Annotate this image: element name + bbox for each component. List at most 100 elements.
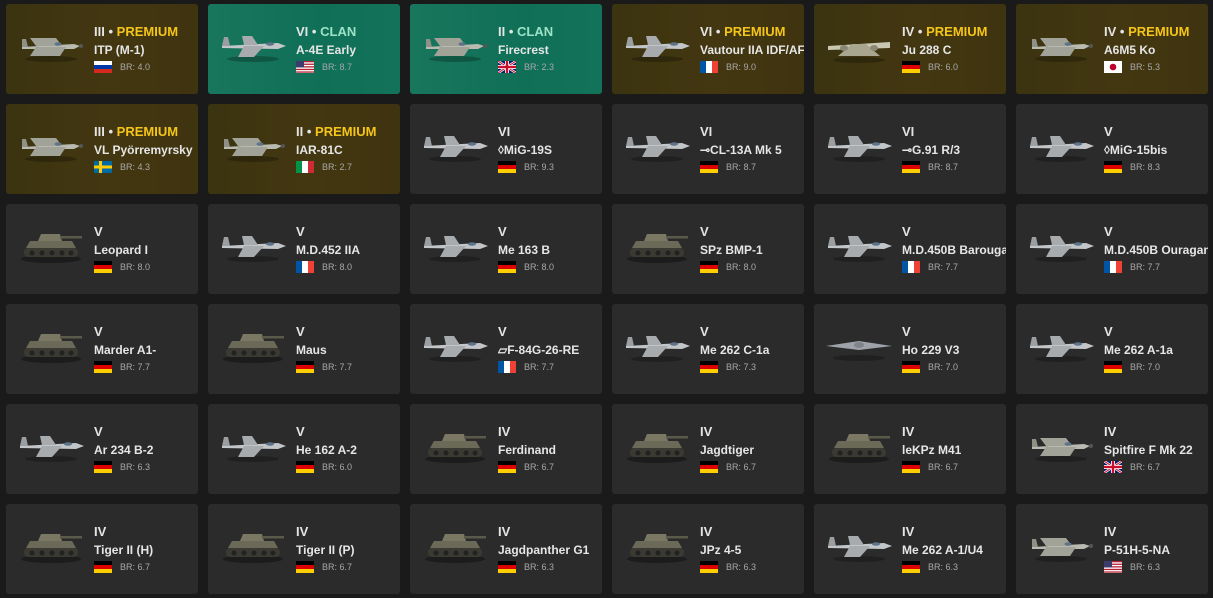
vehicle-name: ⊸G.91 R/3 (902, 143, 961, 157)
vehicle-card[interactable]: IV Spitfire F Mk 22 BR: 6.7 (1016, 404, 1208, 494)
vehicle-info: V M.D.450B Ouragan BR: 7.7 (1104, 224, 1208, 274)
br-line: BR: 6.7 (296, 560, 400, 574)
vehicle-info: IV P-51H-5-NA BR: 6.3 (1104, 524, 1208, 574)
vehicle-card[interactable]: V M.D.450B Barougan BR: 7.7 (814, 204, 1006, 294)
vehicle-card[interactable]: VI • PREMIUM Vautour IIA IDF/AF BR: 9.0 (612, 4, 804, 94)
germany-flag-icon (296, 461, 314, 473)
vehicle-rank: IV (498, 424, 511, 439)
vehicle-name: Vautour IIA IDF/AF (700, 43, 804, 57)
vehicle-rank: V (296, 224, 305, 239)
vehicle-card[interactable]: V Leopard I BR: 8.0 (6, 204, 198, 294)
jet-icon (222, 436, 286, 462)
br-value: 6.7 (137, 562, 151, 572)
rank-line: V (1104, 324, 1208, 339)
vehicle-card[interactable]: V Marder A1- BR: 7.7 (6, 304, 198, 394)
br-prefix: BR: (1130, 262, 1148, 272)
vehicle-card[interactable]: IV Me 262 A-1/U4 BR: 6.3 (814, 504, 1006, 594)
vehicle-card[interactable]: IV • PREMIUM A6M5 Ko BR: 5.3 (1016, 4, 1208, 94)
vehicle-card[interactable]: IV P-51H-5-NA BR: 6.3 (1016, 504, 1208, 594)
usa-flag-icon (1104, 561, 1122, 573)
tank-icon (627, 234, 688, 263)
vehicle-card[interactable]: VI • CLAN A-4E Early BR: 8.7 (208, 4, 400, 94)
tank-icon (223, 334, 284, 363)
vehicle-card[interactable]: V ▱F-84G-26-RE BR: 7.7 (410, 304, 602, 394)
vehicle-card[interactable]: VI ⊸G.91 R/3 BR: 8.7 (814, 104, 1006, 194)
br-line: BR: 4.0 (94, 60, 198, 74)
vehicle-rank: II (498, 24, 506, 39)
vehicle-card[interactable]: V Ho 229 V3 BR: 7.0 (814, 304, 1006, 394)
br-value: 4.0 (137, 62, 151, 72)
vehicle-rank: II (296, 124, 304, 139)
plane-icon (1032, 538, 1093, 562)
battle-rating: BR: 6.7 (928, 462, 958, 472)
vehicle-name: Maus (296, 343, 327, 357)
vehicle-card[interactable]: IV Jagdpanther G1 BR: 6.3 (410, 504, 602, 594)
br-value: 7.3 (743, 362, 757, 372)
battle-rating: BR: 7.7 (322, 362, 352, 372)
vehicle-rank: VI (296, 24, 309, 39)
br-prefix: BR: (928, 262, 946, 272)
vehicle-info: V Me 262 C-1a BR: 7.3 (700, 324, 804, 374)
br-prefix: BR: (120, 562, 138, 572)
vehicle-card[interactable]: V Me 163 B BR: 8.0 (410, 204, 602, 294)
br-value: 8.7 (339, 62, 353, 72)
br-prefix: BR: (726, 262, 744, 272)
rank-line: V (1104, 124, 1208, 139)
rank-line: II • PREMIUM (296, 124, 400, 139)
vehicle-card[interactable]: V Maus BR: 7.7 (208, 304, 400, 394)
battle-rating: BR: 8.0 (726, 262, 756, 272)
vehicle-card[interactable]: II • CLAN Firecrest BR: 2.3 (410, 4, 602, 94)
rank-line: V (94, 324, 198, 339)
br-line: BR: 7.7 (902, 260, 1006, 274)
vehicle-card[interactable]: IV Tiger II (H) BR: 6.7 (6, 504, 198, 594)
rank-separator: • (508, 24, 514, 39)
germany-flag-icon (700, 161, 718, 173)
vehicle-card[interactable]: III • PREMIUM VL Pyörremyrsky BR: 4.3 (6, 104, 198, 194)
br-prefix: BR: (726, 562, 744, 572)
vehicle-card[interactable]: IV • PREMIUM Ju 288 C BR: 6.0 (814, 4, 1006, 94)
vehicle-card[interactable]: II • PREMIUM IAR-81C BR: 2.7 (208, 104, 400, 194)
vehicle-rank: V (700, 324, 709, 339)
rank-separator: • (306, 124, 312, 139)
br-line: BR: 6.0 (902, 60, 1006, 74)
br-line: BR: 7.7 (498, 360, 602, 374)
vehicle-card[interactable]: V Me 262 C-1a BR: 7.3 (612, 304, 804, 394)
vehicle-card[interactable]: V M.D.450B Ouragan BR: 7.7 (1016, 204, 1208, 294)
battle-rating: BR: 6.7 (322, 562, 352, 572)
germany-flag-icon (296, 561, 314, 573)
vehicle-info: V Me 262 A-1a BR: 7.0 (1104, 324, 1208, 374)
br-prefix: BR: (928, 362, 946, 372)
vehicle-card[interactable]: V ◊MiG-15bis BR: 8.3 (1016, 104, 1208, 194)
vehicle-name: Spitfire F Mk 22 (1104, 443, 1193, 457)
vehicle-rank: V (296, 424, 305, 439)
br-value: 8.7 (945, 162, 959, 172)
vehicle-info: VI ◊MiG-19S BR: 9.3 (498, 124, 602, 174)
tank-icon (425, 434, 486, 463)
vehicle-name: VL Pyörremyrsky (94, 143, 193, 157)
vehicle-card[interactable]: IV Jagdtiger BR: 6.7 (612, 404, 804, 494)
vehicle-name: IAR-81C (296, 143, 343, 157)
vehicle-card[interactable]: V M.D.452 IIA BR: 8.0 (208, 204, 400, 294)
germany-flag-icon (902, 61, 920, 73)
vehicle-card[interactable]: III • PREMIUM ITP (M-1) BR: 4.0 (6, 4, 198, 94)
battle-rating: BR: 7.0 (1130, 362, 1160, 372)
rank-line: V (94, 424, 198, 439)
br-value: 8.0 (339, 262, 353, 272)
sweden-flag-icon (94, 161, 112, 173)
vehicle-info: VI ⊸G.91 R/3 BR: 8.7 (902, 124, 1006, 174)
vehicle-card[interactable]: VI ◊MiG-19S BR: 9.3 (410, 104, 602, 194)
vehicle-card[interactable]: IV Ferdinand BR: 6.7 (410, 404, 602, 494)
vehicle-card[interactable]: V He 162 A-2 BR: 6.0 (208, 404, 400, 494)
vehicle-card[interactable]: IV leKPz M41 BR: 6.7 (814, 404, 1006, 494)
battle-rating: BR: 6.7 (726, 462, 756, 472)
vehicle-card[interactable]: IV Tiger II (P) BR: 6.7 (208, 504, 400, 594)
france-flag-icon (1104, 261, 1122, 273)
vehicle-card[interactable]: V Me 262 A-1a BR: 7.0 (1016, 304, 1208, 394)
rank-line: IV (902, 524, 1006, 539)
vehicle-card[interactable]: VI ⊸CL-13A Mk 5 BR: 8.7 (612, 104, 804, 194)
vehicle-info: V Ar 234 B-2 BR: 6.3 (94, 424, 198, 474)
vehicle-name: Marder A1- (94, 343, 157, 357)
vehicle-card[interactable]: IV JPz 4-5 BR: 6.3 (612, 504, 804, 594)
vehicle-card[interactable]: V SPz BMP-1 BR: 8.0 (612, 204, 804, 294)
vehicle-card[interactable]: V Ar 234 B-2 BR: 6.3 (6, 404, 198, 494)
